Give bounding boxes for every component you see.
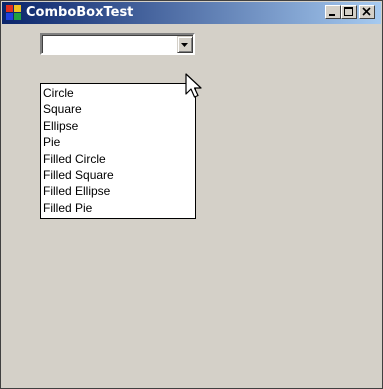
dropdown-option[interactable]: Pie <box>43 134 60 150</box>
app-icon[interactable] <box>6 5 22 21</box>
app-window: ComboBoxTest Circle Square Ellipse Pie F… <box>0 0 383 389</box>
minimize-icon <box>329 14 335 16</box>
chevron-down-icon <box>181 43 188 47</box>
dropdown-option[interactable]: Circle <box>43 85 74 101</box>
dropdown-option[interactable]: Filled Pie <box>43 200 92 216</box>
dropdown-option[interactable]: Ellipse <box>43 118 78 134</box>
dropdown-option[interactable]: Filled Square <box>43 167 114 183</box>
dropdown-option[interactable]: Square <box>43 101 82 117</box>
maximize-button[interactable] <box>341 5 357 19</box>
close-button[interactable] <box>359 5 375 19</box>
combobox-field <box>42 35 193 53</box>
mouse-pointer-icon <box>185 73 202 98</box>
dropdown-list[interactable]: Circle Square Ellipse Pie Filled Circle Fille… <box>40 83 196 219</box>
dropdown-option[interactable]: Filled Circle <box>43 151 106 167</box>
dropdown-button[interactable] <box>177 36 193 53</box>
close-icon <box>362 7 371 16</box>
dropdown-option[interactable]: Filled Ellipse <box>43 183 110 199</box>
shape-combobox[interactable] <box>40 33 195 55</box>
window-title: ComboBoxTest <box>26 5 134 20</box>
maximize-icon <box>344 7 353 16</box>
title-bar[interactable]: ComboBoxTest <box>2 2 381 24</box>
minimize-button[interactable] <box>325 5 341 19</box>
